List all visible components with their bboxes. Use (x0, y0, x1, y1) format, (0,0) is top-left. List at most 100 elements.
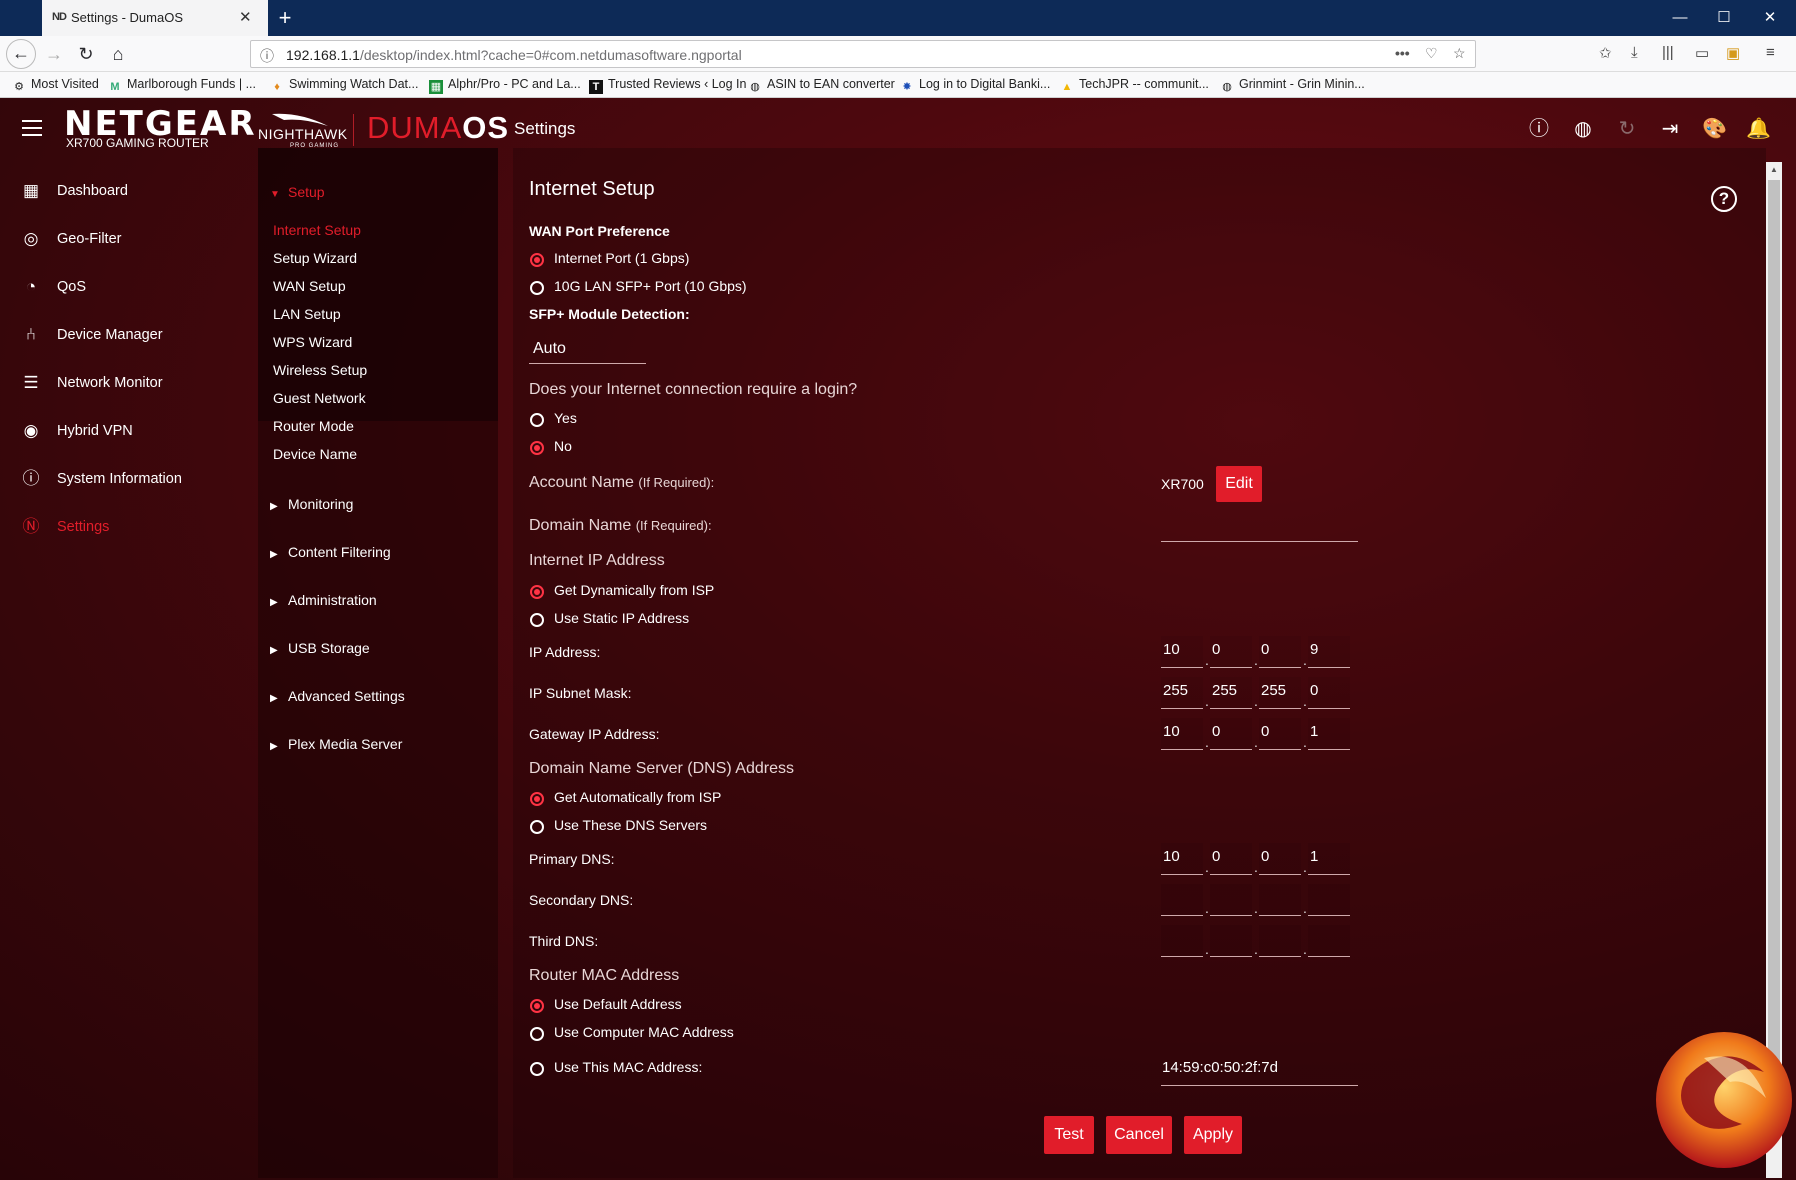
mask-octet-4[interactable]: 0 (1308, 677, 1350, 709)
radio-ip-dynamic[interactable] (530, 585, 544, 599)
new-tab-button[interactable]: + (270, 4, 300, 32)
radio-sfp-port[interactable] (530, 281, 544, 295)
radio-login-no[interactable] (530, 441, 544, 455)
bookmarks-star-icon[interactable]: ✩ (1599, 44, 1612, 62)
submenu-internet-setup[interactable]: Internet Setup (273, 222, 361, 238)
secondary-dns-octet-3[interactable] (1259, 884, 1301, 916)
bookmark-star-icon[interactable]: ☆ (1453, 45, 1466, 62)
menu-icon[interactable]: ≡ (1766, 44, 1775, 61)
radio-ip-static[interactable] (530, 613, 544, 627)
bookmark-swimming[interactable]: ♦ Swimming Watch Dat... (270, 77, 418, 94)
browser-tab[interactable]: ND Settings - DumaOS ✕ (42, 0, 268, 36)
nav-geo-filter[interactable]: ◎ Geo-Filter (20, 224, 240, 254)
third-dns-octet-1[interactable] (1161, 925, 1203, 957)
bookmark-alphr[interactable]: ▦ Alphr/Pro - PC and La... (429, 77, 581, 94)
help-icon[interactable]: ? (1711, 186, 1737, 212)
bell-icon[interactable]: 🔔 (1746, 117, 1771, 141)
home-icon[interactable]: ⌂ (104, 40, 132, 68)
primary-dns-octet-2[interactable]: 0 (1210, 843, 1252, 875)
secondary-dns-octet-4[interactable] (1308, 884, 1350, 916)
bookmark-marlborough[interactable]: M Marlborough Funds | ... (108, 77, 256, 94)
mask-octet-2[interactable]: 255 (1210, 677, 1252, 709)
page-actions-icon[interactable]: ••• (1395, 45, 1410, 61)
palette-icon[interactable]: 🎨 (1702, 117, 1727, 141)
submenu-content-filtering[interactable]: ▶ Content Filtering (270, 544, 391, 560)
submenu-usb-storage[interactable]: ▶ USB Storage (270, 640, 370, 656)
submenu-monitoring[interactable]: ▶ Monitoring (270, 496, 353, 512)
ip-octet-4[interactable]: 9 (1308, 636, 1350, 668)
bookmark-digital-banking[interactable]: ✸ Log in to Digital Banki... (900, 77, 1050, 94)
apply-button[interactable]: Apply (1184, 1116, 1242, 1154)
bookmark-asin[interactable]: ◍ ASIN to EAN converter (748, 77, 895, 94)
nav-hybrid-vpn[interactable]: ◉ Hybrid VPN (20, 416, 240, 446)
bookmark-trusted-reviews[interactable]: T Trusted Reviews ‹ Log In (589, 77, 746, 94)
edit-account-button[interactable]: Edit (1216, 466, 1262, 502)
gateway-octet-1[interactable]: 10 (1161, 718, 1203, 750)
gateway-octet-3[interactable]: 0 (1259, 718, 1301, 750)
submenu-advanced-settings[interactable]: ▶ Advanced Settings (270, 688, 405, 704)
primary-dns-octet-1[interactable]: 10 (1161, 843, 1203, 875)
nav-network-monitor[interactable]: ☰ Network Monitor (20, 368, 240, 398)
ip-octet-3[interactable]: 0 (1259, 636, 1301, 668)
submenu-plex-media-server[interactable]: ▶ Plex Media Server (270, 736, 402, 752)
radio-internet-port[interactable] (530, 253, 544, 267)
site-info-icon[interactable]: ⓘ (260, 46, 274, 66)
submenu-guest-network[interactable]: Guest Network (273, 390, 366, 406)
gateway-octet-4[interactable]: 1 (1308, 718, 1350, 750)
radio-dns-auto[interactable] (530, 792, 544, 806)
globe-icon[interactable]: ◍ (1571, 117, 1595, 141)
sidebar-icon[interactable]: ▭ (1695, 44, 1709, 62)
mask-octet-1[interactable]: 255 (1161, 677, 1203, 709)
scroll-up-icon[interactable]: ▲ (1766, 162, 1782, 178)
submenu-administration[interactable]: ▶ Administration (270, 592, 377, 608)
submenu-router-mode[interactable]: Router Mode (273, 418, 354, 434)
nav-dashboard[interactable]: ▦ Dashboard (20, 176, 240, 206)
nav-device-manager[interactable]: ⑃ Device Manager (20, 320, 240, 350)
window-close-icon[interactable]: ✕ (1748, 6, 1792, 30)
url-bar[interactable]: ⓘ 192.168.1.1/desktop/index.html?cache=0… (250, 40, 1476, 68)
hamburger-menu-icon[interactable] (22, 120, 42, 136)
radio-mac-default[interactable] (530, 999, 544, 1013)
library-icon[interactable]: ||| (1662, 44, 1674, 61)
primary-dns-octet-3[interactable]: 0 (1259, 843, 1301, 875)
cancel-button[interactable]: Cancel (1106, 1116, 1172, 1154)
forward-arrow-icon[interactable]: → (40, 40, 68, 68)
submenu-wireless-setup[interactable]: Wireless Setup (273, 362, 367, 378)
radio-mac-computer[interactable] (530, 1027, 544, 1041)
nav-system-information[interactable]: ⓘ System Information (20, 464, 240, 494)
submenu-wan-setup[interactable]: WAN Setup (273, 278, 346, 294)
info-icon[interactable]: ⓘ (1527, 117, 1551, 141)
nav-settings[interactable]: Ⓝ Settings (20, 512, 240, 542)
submenu-wps-wizard[interactable]: WPS Wizard (273, 334, 352, 350)
submenu-lan-setup[interactable]: LAN Setup (273, 306, 341, 322)
mask-octet-3[interactable]: 255 (1259, 677, 1301, 709)
bookmark-grinmint[interactable]: ◍ Grinmint - Grin Minin... (1220, 77, 1365, 94)
minimize-icon[interactable]: — (1658, 6, 1702, 30)
pocket-icon[interactable]: ♡ (1425, 45, 1438, 62)
submenu-setup-wizard[interactable]: Setup Wizard (273, 250, 357, 266)
ip-octet-2[interactable]: 0 (1210, 636, 1252, 668)
domain-name-input[interactable] (1161, 508, 1358, 542)
bookmark-techjpr[interactable]: ▲ TechJPR -- communit... (1060, 77, 1209, 94)
downloads-icon[interactable]: ⤓ (1631, 44, 1638, 61)
submenu-setup[interactable]: ▼ Setup (270, 184, 325, 200)
logout-icon[interactable]: ⇥ (1658, 117, 1682, 141)
tab-close-icon[interactable]: ✕ (239, 8, 252, 26)
bookmark-most-visited[interactable]: ⚙ Most Visited (12, 77, 99, 94)
third-dns-octet-3[interactable] (1259, 925, 1301, 957)
maximize-icon[interactable]: ☐ (1702, 6, 1746, 30)
ip-octet-1[interactable]: 10 (1161, 636, 1203, 668)
radio-dns-manual[interactable] (530, 820, 544, 834)
third-dns-octet-2[interactable] (1210, 925, 1252, 957)
secondary-dns-octet-1[interactable] (1161, 884, 1203, 916)
refresh-icon[interactable]: ↻ (1615, 117, 1639, 141)
radio-login-yes[interactable] (530, 413, 544, 427)
test-button[interactable]: Test (1044, 1116, 1094, 1154)
radio-mac-custom[interactable] (530, 1062, 544, 1076)
submenu-device-name[interactable]: Device Name (273, 446, 357, 462)
primary-dns-octet-4[interactable]: 1 (1308, 843, 1350, 875)
reload-icon[interactable]: ↻ (72, 40, 100, 68)
secondary-dns-octet-2[interactable] (1210, 884, 1252, 916)
back-arrow-icon[interactable]: ← (6, 39, 36, 69)
extension-icon[interactable]: ▣ (1726, 44, 1740, 62)
